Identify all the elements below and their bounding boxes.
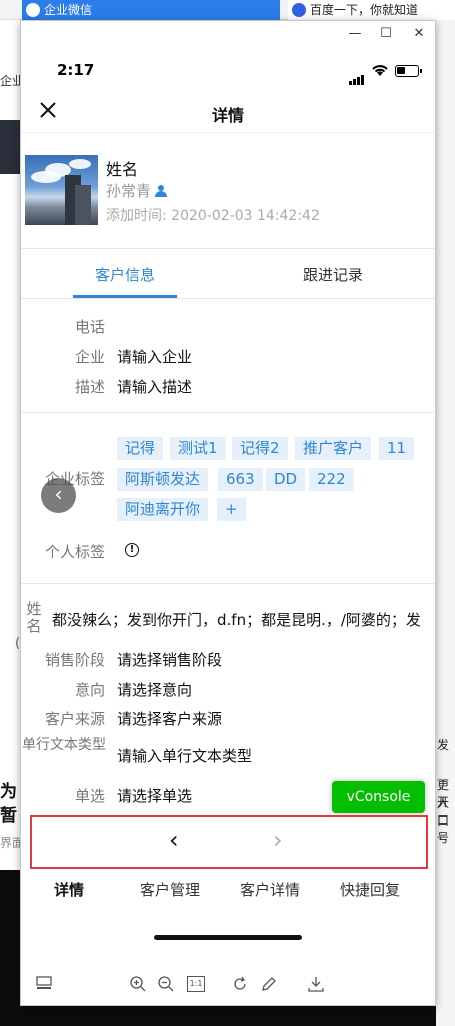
signal-icon — [349, 66, 365, 85]
tag-chip[interactable]: DD — [266, 468, 306, 491]
tag-chip[interactable]: 663 — [218, 468, 263, 491]
tag-chip[interactable]: 记得2 — [232, 437, 288, 460]
wifi-icon — [371, 63, 389, 77]
bottom-tabbar: 详情 客户管理 客户详情 快捷回复 — [21, 877, 435, 901]
navbar: 详情 — [21, 93, 435, 133]
back-icon[interactable]: ‹ — [169, 826, 179, 854]
tab-follow-up[interactable]: 跟进记录 — [229, 264, 437, 285]
bg-text: 发 — [437, 738, 450, 752]
field-label-sales-stage: 销售阶段 — [44, 651, 105, 669]
browser-tab-label: 百度一下，你就知道 — [310, 3, 419, 17]
field-value-company[interactable]: 请输入企业 — [117, 346, 192, 367]
field-value-single-line[interactable]: 请输入单行文本类型 — [117, 745, 252, 766]
history-nav-highlight — [30, 815, 428, 869]
field-label-phone: 电话 — [74, 318, 105, 336]
field-value-source[interactable]: 请选择客户来源 — [117, 708, 222, 729]
profile-header: 姓名 孙常青 添加时间: 2020-02-03 14:42:42 — [21, 153, 435, 249]
zoom-out-icon[interactable] — [157, 975, 175, 993]
owner-line: 孙常青 — [106, 180, 168, 201]
background-right-column — [436, 20, 455, 1026]
status-time: 2:17 — [57, 61, 95, 79]
window-titlebar: — ☐ ✕ — [21, 21, 435, 47]
customer-name: 姓名 — [106, 160, 139, 179]
close-window-button[interactable]: ✕ — [410, 25, 428, 43]
zoom-in-icon[interactable] — [129, 975, 147, 993]
phone-statusbar: 2:17 — [21, 57, 435, 87]
tag-chip[interactable]: 阿迪离开你 — [117, 498, 209, 521]
field-label-company: 企业 — [74, 348, 105, 366]
info-icon[interactable]: ! — [125, 543, 139, 557]
personal-tags-label: 个人标签 — [44, 543, 105, 561]
browser-tab-baidu[interactable]: 百度一下，你就知道 — [288, 0, 455, 20]
devtools-toolbar: 1:1 — [21, 961, 435, 1005]
field-label-intent: 意向 — [74, 681, 105, 699]
browser-tab-wecom[interactable]: 企业微信 — [22, 0, 280, 20]
bottom-tab-detail[interactable]: 详情 — [19, 879, 119, 900]
field-value-radio[interactable]: 请选择单选 — [117, 785, 192, 806]
vconsole-button[interactable]: vConsole — [332, 781, 425, 813]
tag-chip[interactable]: 推广客户 — [295, 437, 372, 460]
bottom-tab-quick-reply[interactable]: 快捷回复 — [320, 879, 420, 900]
tab-customer-info[interactable]: 客户信息 — [21, 264, 229, 285]
tag-chip[interactable]: 222 — [309, 468, 354, 491]
edit-icon[interactable] — [260, 975, 278, 993]
tag-chip[interactable]: 测试1 — [170, 437, 226, 460]
floating-back-button[interactable]: ‹ — [41, 478, 76, 513]
field-label-radio: 单选 — [74, 787, 105, 805]
rotate-icon[interactable] — [231, 975, 249, 993]
browser-tab-label: 企业微信 — [44, 3, 93, 17]
add-tag-button[interactable]: + — [217, 498, 246, 521]
divider — [21, 412, 435, 413]
simulator-window: — ☐ ✕ 2:17 详情 姓名 孙常青 添加时间: 2020-02-03 14… — [20, 20, 436, 1006]
owner-name: 孙常青 — [106, 182, 152, 200]
field-value-description[interactable]: 请输入描述 — [117, 376, 192, 397]
field-label-source: 客户来源 — [44, 710, 105, 728]
created-time: 添加时间: 2020-02-03 14:42:42 — [106, 208, 320, 224]
baidu-icon — [292, 3, 306, 17]
field-value-name[interactable]: 都没辣么；发到你开门，d.fn；都是昆明.，/阿婆的；发 — [52, 609, 436, 630]
battery-icon — [395, 65, 422, 77]
actual-size-icon[interactable]: 1:1 — [187, 976, 205, 992]
page-title: 详情 — [211, 106, 244, 125]
tab-indicator — [73, 295, 177, 298]
download-icon[interactable] — [307, 975, 325, 993]
field-value-sales-stage[interactable]: 请选择销售阶段 — [117, 649, 222, 670]
field-label-description: 描述 — [74, 378, 105, 396]
field-label-single-line: 单行文本类型 — [22, 737, 106, 753]
maximize-button[interactable]: ☐ — [377, 25, 395, 43]
user-icon — [155, 185, 168, 197]
forward-icon[interactable]: › — [273, 826, 283, 854]
tag-chip[interactable]: 阿斯顿发达 — [117, 468, 209, 491]
divider — [21, 583, 435, 584]
wecom-icon — [26, 3, 40, 17]
bottom-tab-customer-mgmt[interactable]: 客户管理 — [120, 879, 220, 900]
field-value-intent[interactable]: 请选择意向 — [117, 679, 192, 700]
layout-icon[interactable] — [35, 975, 53, 993]
bottom-tab-customer-detail[interactable]: 客户详情 — [220, 879, 320, 900]
avatar[interactable] — [25, 155, 98, 225]
bg-text: 口号 — [437, 814, 450, 845]
bg-text: 为 — [0, 782, 17, 802]
browser-tabbar: 企业微信 百度一下，你就知道 — [0, 0, 455, 20]
bg-text: 暂 — [0, 806, 17, 826]
minimize-button[interactable]: — — [346, 25, 364, 43]
detail-tabs: 客户信息 跟进记录 — [21, 249, 435, 299]
field-label-name: 姓名 — [26, 600, 42, 635]
home-indicator — [154, 935, 302, 940]
tag-chip[interactable]: 记得 — [117, 437, 164, 460]
tag-chip[interactable]: 11 — [379, 437, 415, 460]
